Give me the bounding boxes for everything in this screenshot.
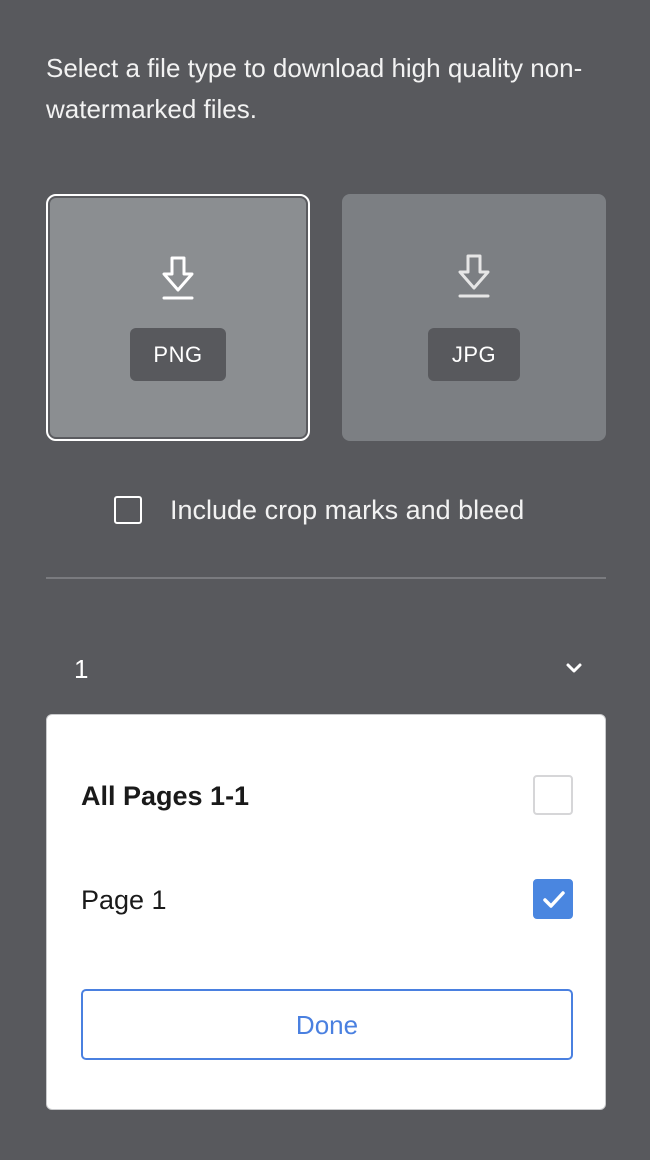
crop-marks-checkbox[interactable] (114, 496, 142, 524)
intro-text: Select a file type to download high qual… (46, 53, 583, 124)
option-all-pages[interactable]: All Pages 1-1 (81, 775, 573, 819)
crop-marks-option[interactable]: Include crop marks and bleed (114, 494, 524, 526)
option-page-1-checkbox[interactable] (533, 879, 573, 919)
option-page-1-label: Page 1 (81, 885, 167, 915)
format-badge-png: PNG (130, 328, 226, 381)
checkmark-icon (543, 891, 565, 908)
file-type-jpg-option[interactable]: JPG (342, 194, 606, 441)
chevron-down-icon (564, 660, 584, 676)
download-icon (454, 252, 494, 302)
page-select-value: 1 (74, 654, 89, 684)
option-all-pages-label: All Pages 1-1 (81, 781, 250, 811)
done-button[interactable]: Done (81, 989, 573, 1060)
divider (46, 577, 606, 579)
page-select-dropdown[interactable]: 1 (46, 638, 606, 698)
page-options-panel: All Pages 1-1 Page 1 Done (46, 714, 606, 1110)
option-page-1[interactable]: Page 1 (81, 879, 573, 923)
download-icon (158, 254, 198, 304)
crop-marks-label: Include crop marks and bleed (170, 494, 525, 525)
file-type-png-option[interactable]: PNG (46, 194, 310, 441)
option-all-pages-checkbox[interactable] (533, 775, 573, 815)
format-badge-jpg: JPG (428, 328, 520, 381)
